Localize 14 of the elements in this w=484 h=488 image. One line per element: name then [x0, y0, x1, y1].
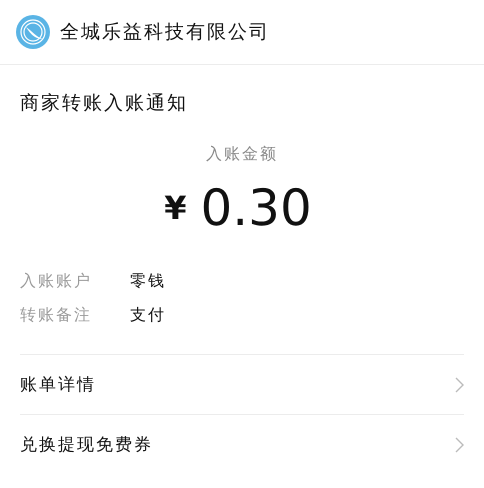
detail-value: 支付 — [130, 305, 166, 326]
detail-value: 零钱 — [130, 271, 166, 292]
company-name: 全城乐益科技有限公司 — [60, 20, 270, 45]
amount-value: 0.30 — [200, 179, 312, 237]
chevron-right-icon — [455, 436, 464, 452]
amount-label: 入账金额 — [206, 144, 278, 163]
currency-symbol: ¥ — [164, 189, 186, 227]
logo-icon — [16, 15, 50, 49]
detail-label: 转账备注 — [20, 305, 93, 326]
notice-title: 商家转账入账通知 — [20, 91, 189, 116]
detail-label: 入账账户 — [20, 271, 93, 292]
chevron-right-icon — [455, 376, 464, 392]
list-item[interactable]: 账单详情 — [20, 355, 464, 415]
list-item[interactable]: 兑换提现免费券 — [20, 415, 464, 474]
